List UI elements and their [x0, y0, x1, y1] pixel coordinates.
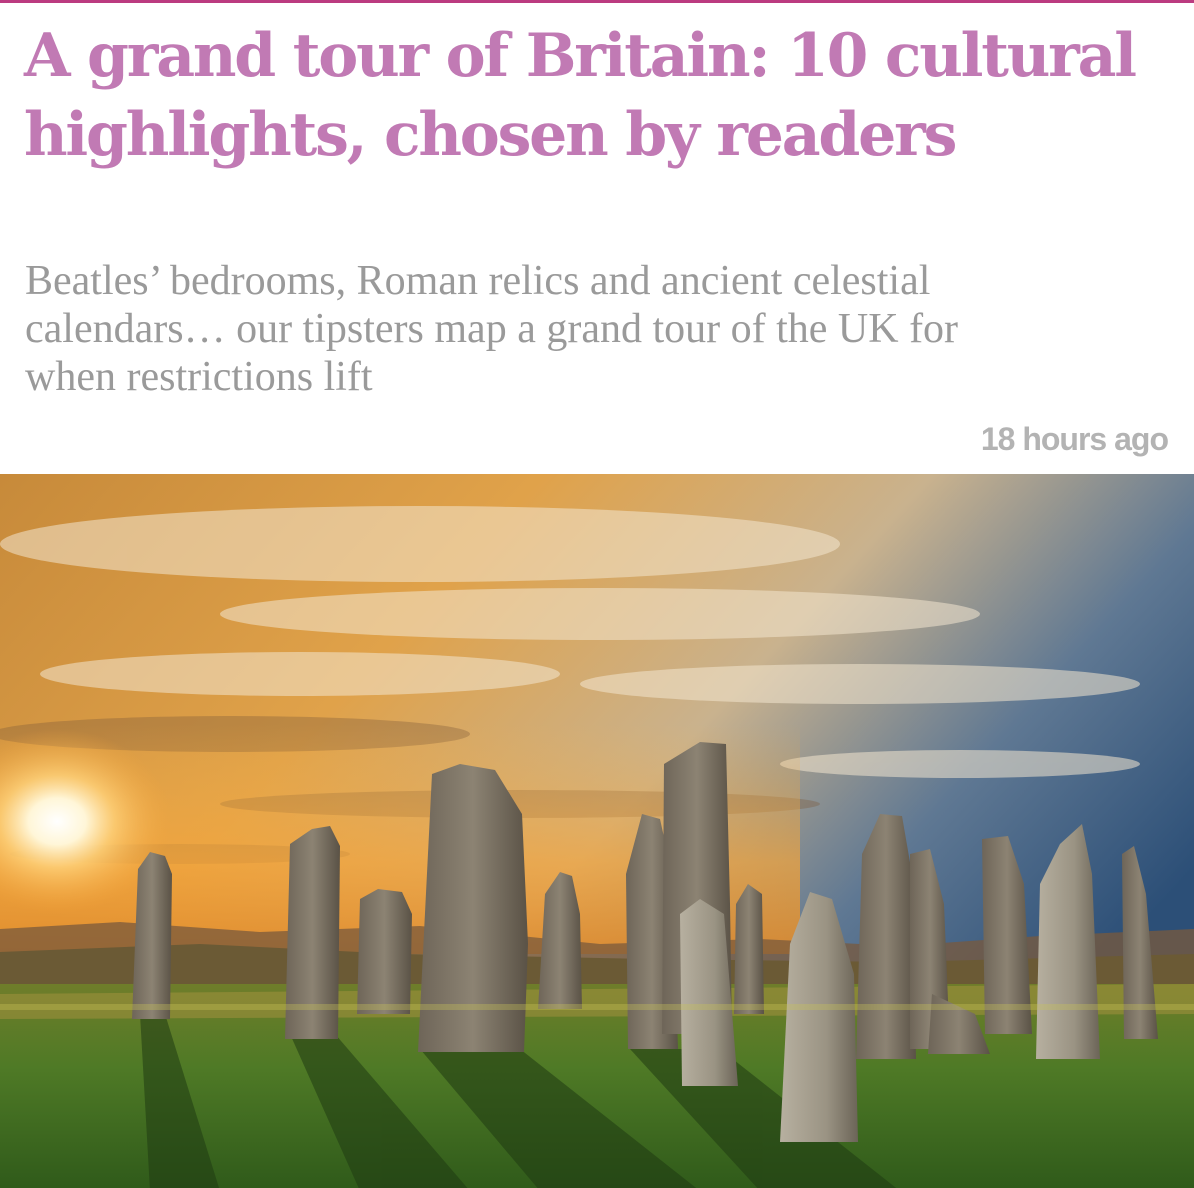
- article-headline[interactable]: A grand tour of Britain: 10 cultural hig…: [24, 17, 1174, 175]
- article-timestamp: 18 hours ago: [980, 421, 1169, 457]
- article-standfirst: Beatles’ bedrooms, Roman relics and anci…: [25, 258, 959, 400]
- hero-image[interactable]: [0, 474, 1194, 1188]
- standing-stones-sunset-illustration: [0, 474, 1194, 1188]
- article-card[interactable]: A grand tour of Britain: 10 cultural hig…: [0, 0, 1194, 1188]
